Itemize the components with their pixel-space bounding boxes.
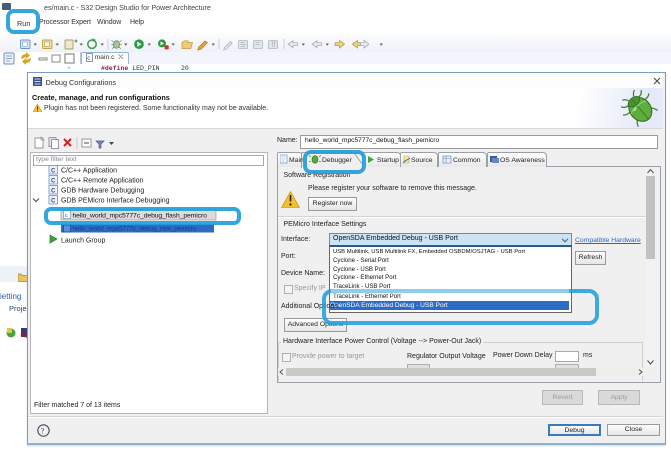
svg-text:C/C++ Remote Application: C/C++ Remote Application: [61, 178, 144, 185]
svg-text:C: C: [51, 188, 56, 194]
svg-text:Common: Common: [453, 157, 481, 164]
svg-text:Main: Main: [289, 157, 304, 164]
svg-text:hello_world_mpc5777c_debug_ram: hello_world_mpc5777c_debug_ram_pemicro: [73, 226, 197, 233]
svg-text:?: ?: [41, 426, 45, 436]
svg-text:GDB Hardware Debugging: GDB Hardware Debugging: [61, 188, 144, 195]
svg-text:OS Awareness: OS Awareness: [500, 157, 545, 164]
svg-text:C: C: [51, 168, 56, 174]
svg-text:C: C: [51, 198, 56, 204]
svg-text:GDB PEMicro Interface Debuggin: GDB PEMicro Interface Debugging: [61, 198, 170, 205]
svg-text:C/C++ Application: C/C++ Application: [61, 168, 117, 175]
svg-text:Startup: Startup: [377, 157, 399, 164]
svg-text:Source: Source: [411, 157, 433, 164]
svg-text:C: C: [51, 178, 56, 184]
svg-text:c: c: [87, 56, 90, 62]
svg-text:Launch Group: Launch Group: [61, 238, 105, 245]
